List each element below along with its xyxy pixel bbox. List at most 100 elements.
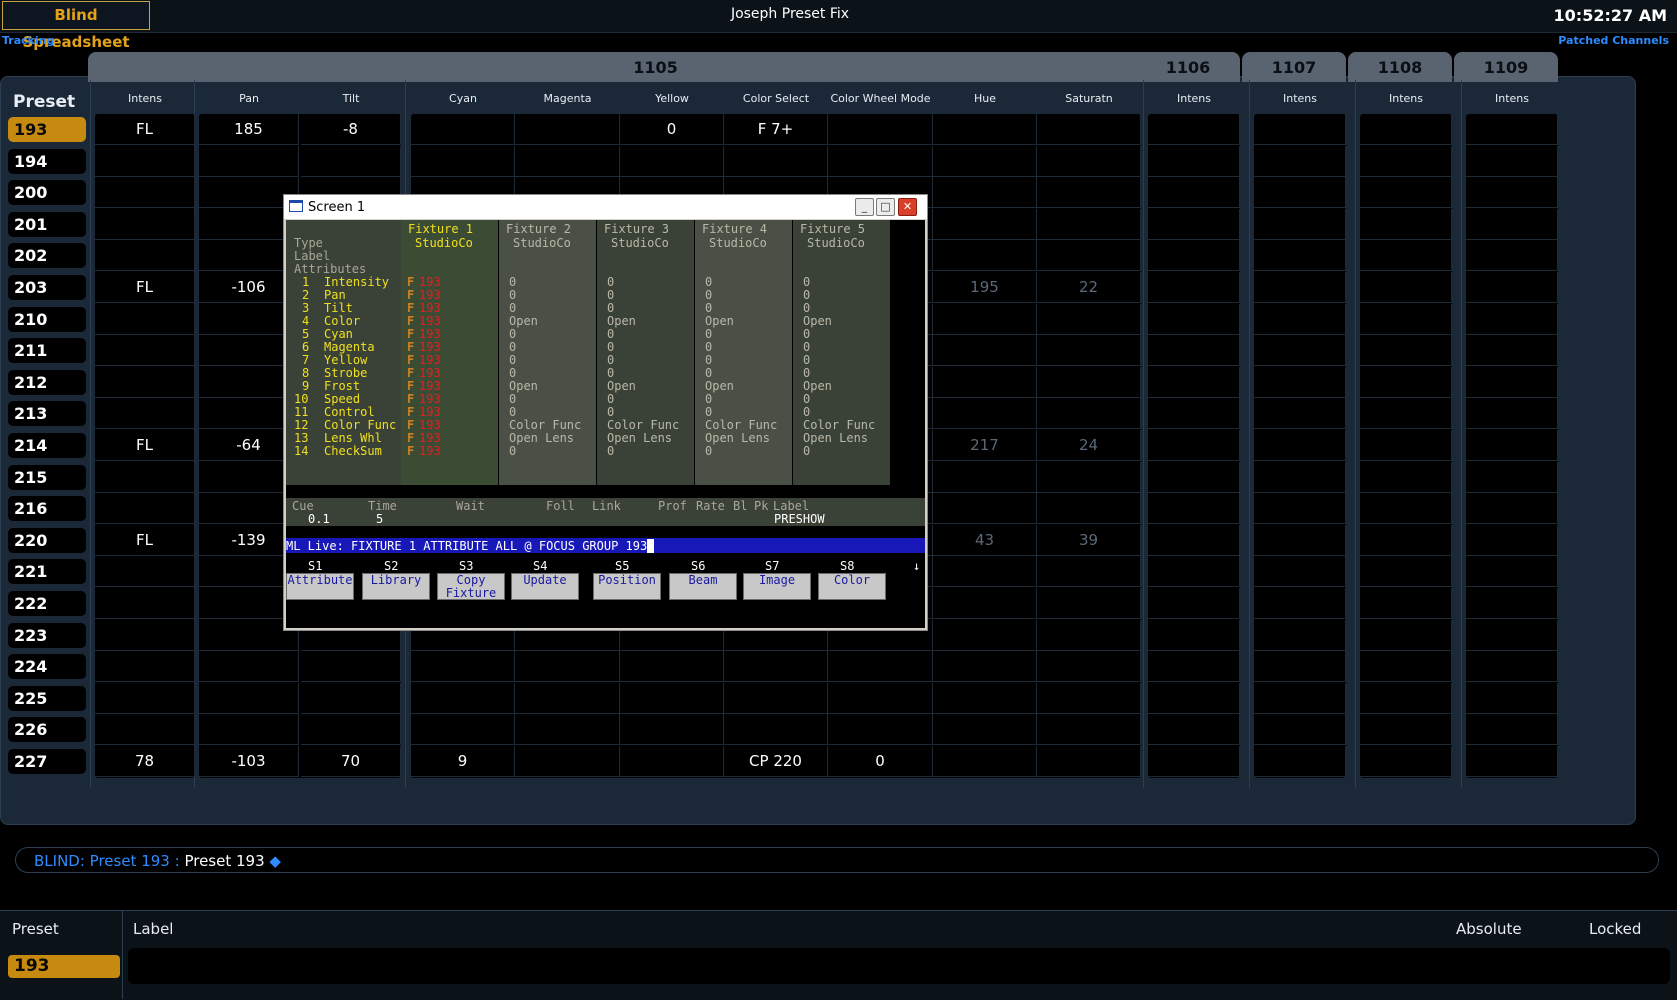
- table-cell[interactable]: [933, 304, 1037, 335]
- fixture-value[interactable]: Open: [607, 379, 636, 393]
- table-cell[interactable]: [933, 746, 1037, 777]
- table-cell[interactable]: [1037, 651, 1141, 682]
- fixture-value[interactable]: 0: [509, 366, 516, 380]
- table-cell[interactable]: FL: [95, 525, 195, 556]
- softkey-button[interactable]: Beam: [669, 573, 737, 600]
- table-cell[interactable]: [1254, 556, 1346, 587]
- table-cell[interactable]: [1466, 177, 1558, 208]
- fixture-value[interactable]: Color Func: [705, 418, 777, 432]
- table-cell[interactable]: [1254, 462, 1346, 493]
- column-header[interactable]: Saturatn: [1037, 92, 1141, 105]
- column-header[interactable]: Hue: [933, 92, 1037, 105]
- table-cell[interactable]: [1148, 620, 1240, 651]
- column-header[interactable]: Cyan: [411, 92, 515, 105]
- table-cell[interactable]: [1360, 367, 1452, 398]
- column-header[interactable]: Color Wheel Mode: [828, 92, 933, 105]
- table-cell[interactable]: [724, 714, 828, 745]
- table-cell[interactable]: 78: [95, 746, 195, 777]
- preset-row-label[interactable]: 202: [8, 243, 86, 268]
- preset-row-label[interactable]: 212: [8, 370, 86, 395]
- table-cell[interactable]: [620, 651, 724, 682]
- fixture-value[interactable]: 0: [803, 340, 810, 354]
- table-cell[interactable]: [95, 398, 195, 429]
- table-cell[interactable]: [1254, 714, 1346, 745]
- fixture-value[interactable]: 0: [607, 327, 614, 341]
- table-cell[interactable]: [1466, 683, 1558, 714]
- softkey-button[interactable]: Color: [818, 573, 886, 600]
- table-cell[interactable]: [1148, 146, 1240, 177]
- fixture1-value[interactable]: 193: [419, 275, 441, 289]
- fixture-value[interactable]: 0: [803, 444, 810, 458]
- table-cell[interactable]: [933, 146, 1037, 177]
- column-header[interactable]: Intens: [1466, 92, 1558, 105]
- table-cell[interactable]: [933, 620, 1037, 651]
- table-cell[interactable]: [95, 367, 195, 398]
- table-cell[interactable]: [933, 177, 1037, 208]
- table-cell[interactable]: 24: [1037, 430, 1141, 461]
- table-cell[interactable]: [1254, 493, 1346, 524]
- fixture-value[interactable]: 0: [509, 444, 516, 458]
- table-cell[interactable]: [1360, 177, 1452, 208]
- table-cell[interactable]: [1254, 335, 1346, 366]
- preset-row-label[interactable]: 194: [8, 149, 86, 174]
- fixture-value[interactable]: Open: [803, 314, 832, 328]
- preset-row-label[interactable]: 225: [8, 686, 86, 711]
- table-cell[interactable]: [1254, 240, 1346, 271]
- preset-row-label[interactable]: 210: [8, 307, 86, 332]
- table-cell[interactable]: [1037, 493, 1141, 524]
- table-cell[interactable]: 43: [933, 525, 1037, 556]
- fixture1-value[interactable]: 193: [419, 418, 441, 432]
- table-cell[interactable]: [1466, 114, 1558, 145]
- table-cell[interactable]: [1466, 240, 1558, 271]
- bottom-preset-value[interactable]: 193: [8, 955, 120, 978]
- preset-row-label[interactable]: 203: [8, 275, 86, 300]
- fixture-value[interactable]: Open Lens: [705, 431, 770, 445]
- preset-row-label[interactable]: 215: [8, 465, 86, 490]
- table-cell[interactable]: 9: [411, 746, 515, 777]
- preset-row-label[interactable]: 213: [8, 401, 86, 426]
- fixture-value[interactable]: 0: [607, 340, 614, 354]
- table-cell[interactable]: [1148, 430, 1240, 461]
- fixture-value[interactable]: Color Func: [803, 418, 875, 432]
- table-cell[interactable]: [1148, 493, 1240, 524]
- table-cell[interactable]: FL: [95, 430, 195, 461]
- table-cell[interactable]: [1037, 177, 1141, 208]
- table-cell[interactable]: [1148, 462, 1240, 493]
- fixture-value[interactable]: 0: [705, 301, 712, 315]
- table-cell[interactable]: [1360, 525, 1452, 556]
- table-cell[interactable]: [1360, 493, 1452, 524]
- fixture-value[interactable]: 0: [509, 301, 516, 315]
- table-cell[interactable]: [301, 714, 401, 745]
- table-cell[interactable]: [95, 462, 195, 493]
- channel-group-header[interactable]: 1107: [1242, 52, 1346, 82]
- table-cell[interactable]: [1254, 430, 1346, 461]
- preset-row-label[interactable]: 220: [8, 528, 86, 553]
- table-cell[interactable]: 22: [1037, 272, 1141, 303]
- softkey-button[interactable]: Copy Fixture: [437, 573, 505, 600]
- table-cell[interactable]: [1466, 430, 1558, 461]
- fixture-value[interactable]: 0: [803, 392, 810, 406]
- table-cell[interactable]: [1254, 177, 1346, 208]
- table-cell[interactable]: [1360, 209, 1452, 240]
- table-cell[interactable]: 185: [199, 114, 299, 145]
- preset-row-label[interactable]: 211: [8, 338, 86, 363]
- fixture1-value[interactable]: 193: [419, 301, 441, 315]
- fixture-value[interactable]: 0: [509, 340, 516, 354]
- fixture-value[interactable]: 0: [607, 288, 614, 302]
- table-cell[interactable]: [1037, 556, 1141, 587]
- fixture-value[interactable]: Open Lens: [509, 431, 574, 445]
- fixture1-value[interactable]: 193: [419, 444, 441, 458]
- table-cell[interactable]: [1037, 462, 1141, 493]
- preset-label-field[interactable]: [128, 948, 1670, 984]
- screen1-command[interactable]: ML Live: FIXTURE 1 ATTRIBUTE ALL @ FOCUS…: [286, 539, 655, 553]
- fixture-value[interactable]: 0: [509, 327, 516, 341]
- table-cell[interactable]: [1148, 746, 1240, 777]
- table-cell[interactable]: [724, 146, 828, 177]
- fixture-value[interactable]: 0: [803, 405, 810, 419]
- table-cell[interactable]: [620, 714, 724, 745]
- table-cell[interactable]: [1254, 683, 1346, 714]
- table-cell[interactable]: [1254, 146, 1346, 177]
- fixture-value[interactable]: 0: [705, 353, 712, 367]
- column-header[interactable]: Color Select: [724, 92, 828, 105]
- table-cell[interactable]: [1037, 114, 1141, 145]
